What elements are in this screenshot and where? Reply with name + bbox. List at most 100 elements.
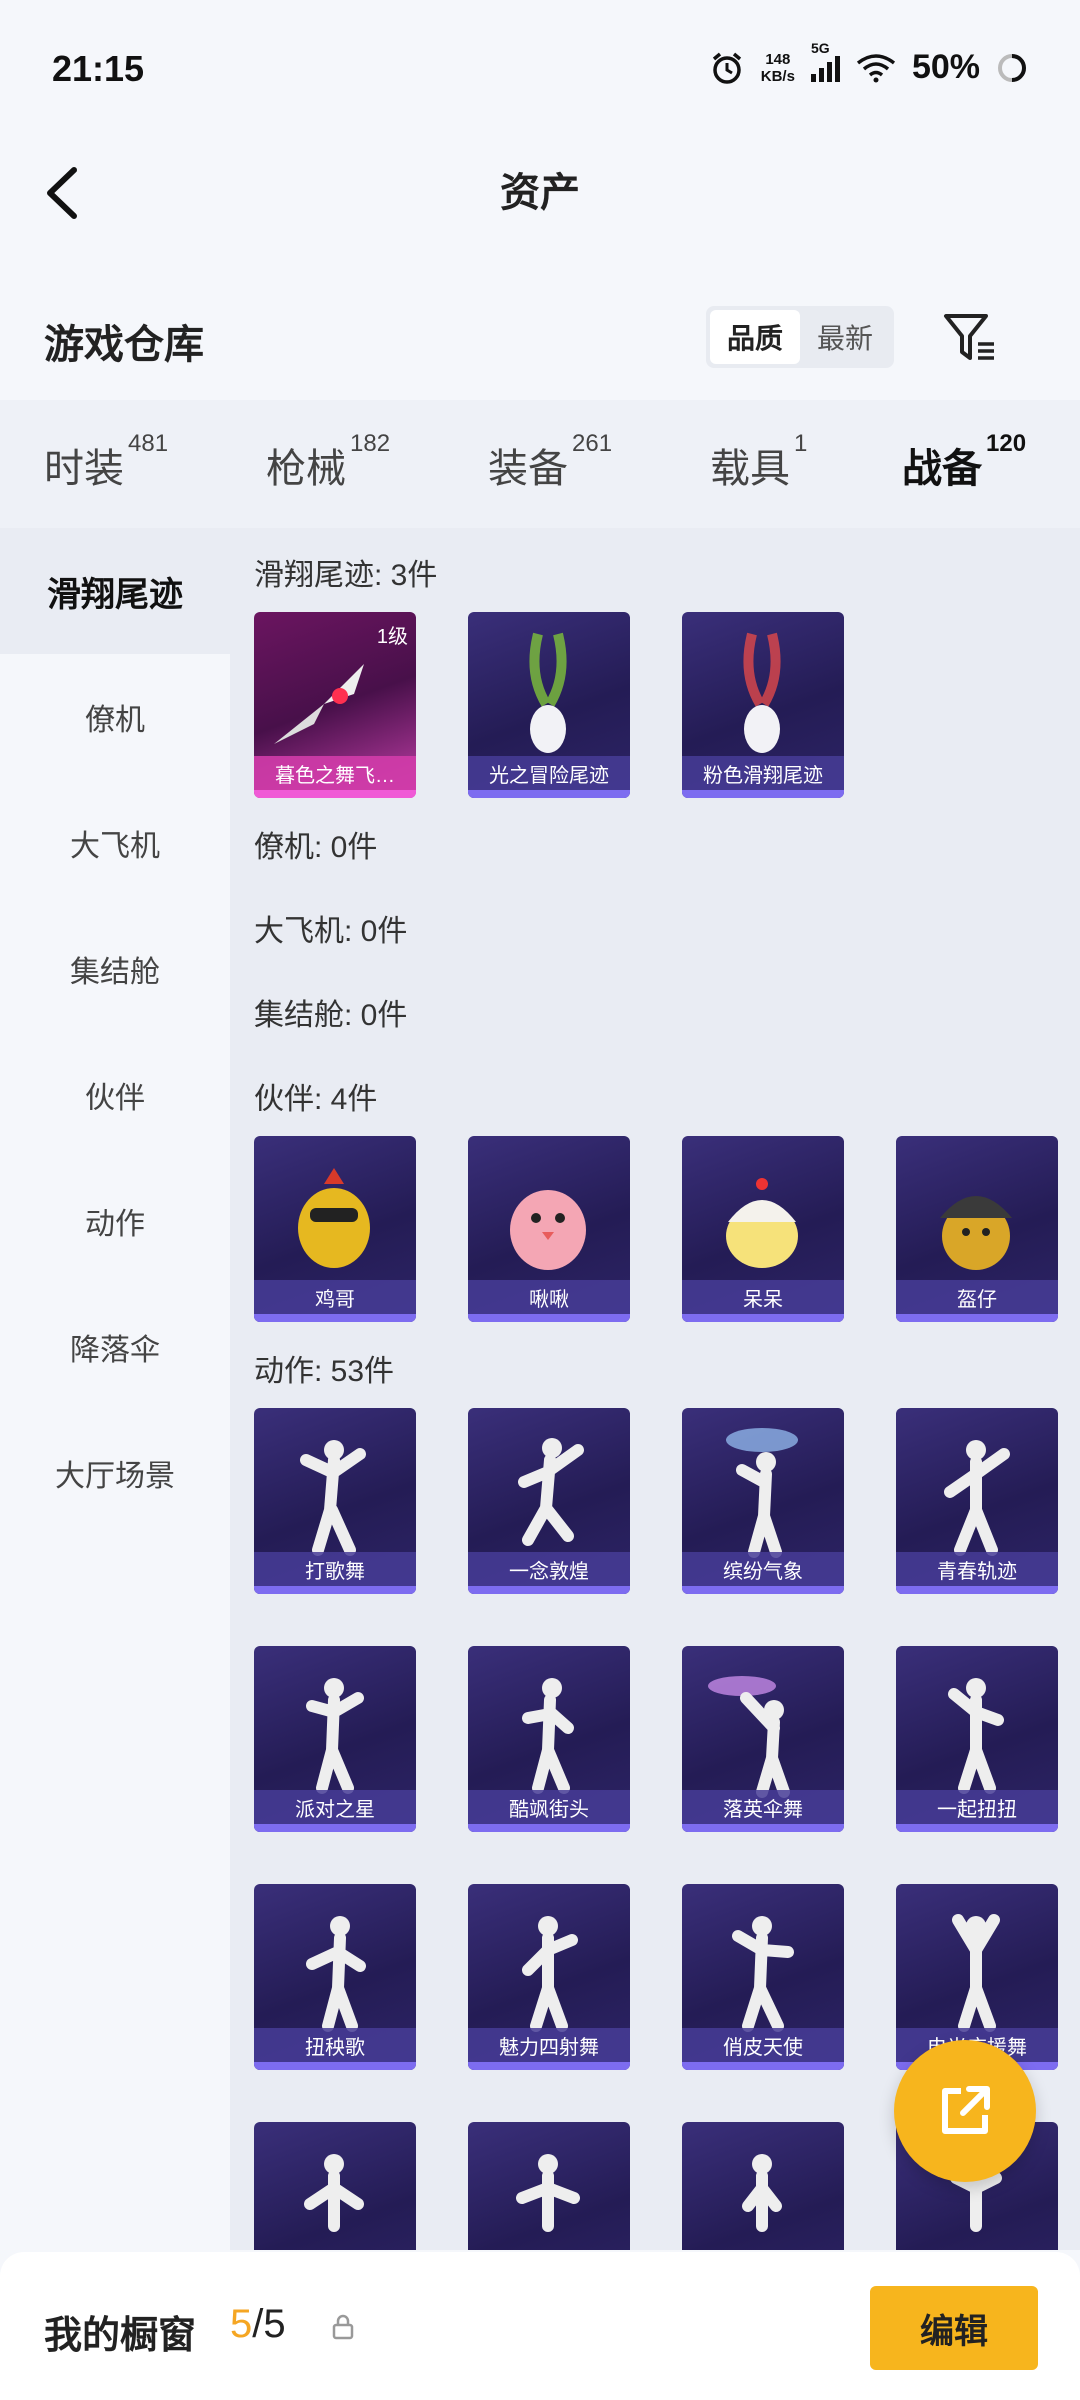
item-card[interactable]: 啾啾 [468,1136,630,1322]
sidebar-item-lobby-scene[interactable]: 大厅场景 [0,1410,230,1536]
tab-equipment[interactable]: 装备261 [488,430,612,494]
dancer-figure-icon [708,1676,790,1798]
dancer-figure-icon [726,1428,798,1558]
warehouse-header: 游戏仓库 品质 最新 [0,290,1080,390]
dancer-figure-icon [732,1916,794,2032]
item-card[interactable]: 青春轨迹 [896,1408,1058,1594]
category-tabs: 时装481 枪械182 装备261 载具1 战备120 [0,400,1080,540]
item-card[interactable]: 酷飒街头 [468,1646,630,1832]
battery-text: 50% [911,48,980,86]
showcase-count: 5/5 [230,2302,286,2346]
warehouse-title: 游戏仓库 [44,323,204,367]
chick-partner-image [726,1178,798,1268]
card-bottom-bar [254,790,416,798]
dancer-figure-icon [522,1678,574,1794]
glide-trail-image [274,664,364,744]
bird-partner-image [510,1190,586,1270]
item-card[interactable]: 缤纷气象 [682,1408,844,1594]
section-title-wingman: 僚机: 0件 [254,831,378,864]
card-bottom-bar [254,1824,416,1832]
card-bottom-bar [254,1314,416,1322]
item-label: 暮色之舞飞… [254,756,416,790]
item-label: 光之冒险尾迹 [468,756,630,790]
alarm-icon [712,52,741,84]
item-card[interactable]: 鸡哥 [254,1136,416,1322]
edit-button[interactable]: 编辑 [870,2286,1038,2370]
item-card[interactable]: 派对之星 [254,1646,416,1832]
battery-icon [998,53,1026,82]
sort-quality[interactable]: 品质 [710,310,800,364]
card-bottom-bar [468,2062,630,2070]
sidebar-item-partner[interactable]: 伙伴 [0,1032,230,1158]
filter-icon[interactable] [940,308,1000,368]
item-card[interactable]: 魅力四射舞 [468,1884,630,2070]
signal-icon: 5G [810,40,840,82]
page-title: 资产 [500,171,580,215]
tab-readiness[interactable]: 战备120 [902,430,1026,540]
dancer-figure-icon [300,1440,366,1556]
wifi-icon [856,53,896,82]
dancer-figure-icon [742,2154,782,2232]
card-bottom-bar [896,1824,1058,1832]
dancer-figure-icon [304,2154,364,2232]
item-card[interactable] [682,2122,844,2250]
tab-fashion[interactable]: 时装481 [44,430,168,494]
item-card[interactable] [468,2122,630,2250]
item-label: 扭秧歌 [254,2028,416,2062]
card-bottom-bar [682,1824,844,1832]
sidebar-item-pod[interactable]: 集结舱 [0,906,230,1032]
item-label: 盔仔 [896,1280,1058,1314]
glide-trail-image [529,632,567,753]
section-title-pod: 集结舱: 0件 [254,999,408,1032]
nav-bar: 资产 [0,140,1080,250]
item-label: 俏皮天使 [682,2028,844,2062]
item-card[interactable]: 俏皮天使 [682,1884,844,2070]
sidebar-item-parachute[interactable]: 降落伞 [0,1284,230,1410]
item-label: 魅力四射舞 [468,2028,630,2062]
share-button[interactable] [894,2040,1036,2182]
section-title-glide: 滑翔尾迹: 3件 [254,559,438,592]
item-label: 一念敦煌 [468,1552,630,1586]
dancer-figure-icon [522,1916,578,2032]
section-title-plane: 大飞机: 0件 [254,915,408,948]
helmet-chicken-image [940,1196,1012,1270]
card-bottom-bar [254,2062,416,2070]
card-bottom-bar [896,1586,1058,1594]
dancer-figure-icon [944,1440,1010,1556]
sidebar-item-wingman[interactable]: 僚机 [0,654,230,780]
card-bottom-bar [468,1586,630,1594]
sidebar-item-plane[interactable]: 大飞机 [0,780,230,906]
dancer-figure-icon [306,1916,366,2032]
item-label: 粉色滑翔尾迹 [682,756,844,790]
card-bottom-bar [682,1586,844,1594]
item-label: 青春轨迹 [896,1552,1058,1586]
item-card[interactable]: 1级 暮色之舞飞… [254,612,416,798]
tab-vehicles[interactable]: 载具1 [710,430,807,494]
section-title-partner: 伙伴: 4件 [254,1083,378,1116]
item-card[interactable]: 一念敦煌 [468,1408,630,1594]
sidebar-item-emote[interactable]: 动作 [0,1158,230,1284]
item-label: 缤纷气象 [682,1552,844,1586]
item-grid-area: 滑翔尾迹: 3件 1级 暮色之舞飞… 光之冒险尾迹 粉色滑翔尾迹 僚机: 0件 … [230,528,1080,2250]
item-card[interactable]: 一起扭扭 [896,1646,1058,1832]
status-time: 21:15 [52,48,145,89]
sort-newest[interactable]: 最新 [800,310,890,364]
showcase-label: 我的橱窗 [44,2315,197,2357]
sidebar-item-glide-trail[interactable]: 滑翔尾迹 [0,528,230,654]
item-card[interactable]: 粉色滑翔尾迹 [682,612,844,798]
item-label: 落英伞舞 [682,1790,844,1824]
card-bottom-bar [682,2062,844,2070]
dancer-figure-icon [952,1914,1000,2032]
card-bottom-bar [468,1824,630,1832]
item-card[interactable] [254,2122,416,2250]
dancer-figure-icon [306,1678,364,1794]
item-label: 派对之星 [254,1790,416,1824]
item-card[interactable]: 呆呆 [682,1136,844,1322]
item-card[interactable]: 光之冒险尾迹 [468,612,630,798]
card-bottom-bar [254,1586,416,1594]
item-card[interactable]: 落英伞舞 [682,1646,844,1832]
item-card[interactable]: 盔仔 [896,1136,1058,1322]
tab-guns[interactable]: 枪械182 [266,430,390,494]
item-card[interactable]: 打歌舞 [254,1408,416,1594]
item-card[interactable]: 扭秧歌 [254,1884,416,2070]
